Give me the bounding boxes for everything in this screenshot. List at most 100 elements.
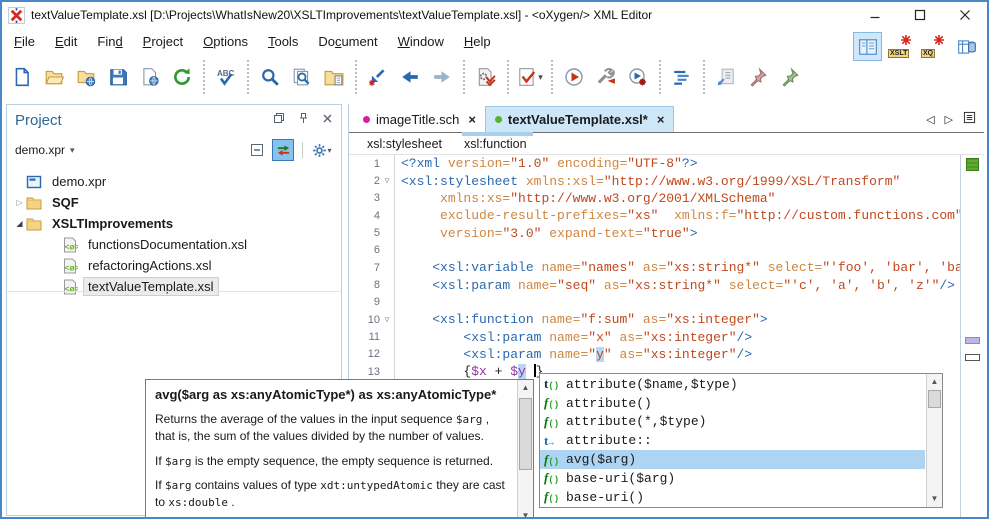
debug-transformation-button[interactable] bbox=[624, 63, 652, 91]
scroll-down-icon[interactable]: ▼ bbox=[518, 509, 533, 517]
code-line[interactable]: 2 ▽ <xsl:stylesheet xmlns:xsl="http://www.… bbox=[349, 172, 960, 189]
open-url-button[interactable] bbox=[72, 63, 100, 91]
code-line[interactable]: 5 version="3.0" expand-text="true"> bbox=[349, 224, 960, 241]
fold-marker-icon[interactable]: ▽ bbox=[380, 315, 394, 325]
link-with-editor-button[interactable] bbox=[272, 139, 294, 161]
settings-gear-button[interactable]: ▾ bbox=[311, 139, 333, 161]
forward-button[interactable] bbox=[428, 63, 456, 91]
code-line[interactable]: 3 xmlns:xs="http://www.w3.org/2001/XMLSc… bbox=[349, 190, 960, 207]
project-selector[interactable]: demo.xpr ▾ bbox=[15, 143, 75, 157]
menu-item-options[interactable]: Options bbox=[193, 30, 258, 53]
overview-ruler[interactable] bbox=[960, 155, 984, 517]
tab-list-icon[interactable] bbox=[963, 111, 976, 127]
menu-item-edit[interactable]: Edit bbox=[45, 30, 87, 53]
xslt-debugger-button[interactable]: XSLT bbox=[886, 32, 915, 61]
code-line[interactable]: 4 exclude-result-prefixes="xs" xmlns:f="… bbox=[349, 207, 960, 224]
spell-check-button[interactable]: ABC bbox=[212, 63, 240, 91]
completion-item-base-uri-arg[interactable]: f() base-uri($arg) bbox=[540, 469, 925, 488]
close-button[interactable] bbox=[942, 2, 987, 28]
completion-item-base-uri[interactable]: f() base-uri() bbox=[540, 488, 925, 507]
tree-item-sqf[interactable]: ▷ SQF bbox=[7, 192, 341, 213]
refactoring-button[interactable] bbox=[712, 63, 740, 91]
find-replace-button[interactable] bbox=[256, 63, 284, 91]
scrollbar-thumb[interactable] bbox=[928, 390, 941, 408]
code-line[interactable]: 9 bbox=[349, 294, 960, 311]
tab-textvaluetemplate-xsl[interactable]: textValueTemplate.xsl* × bbox=[484, 106, 675, 132]
collapse-arrow-icon[interactable]: ◢ bbox=[13, 219, 26, 228]
pin-panel-icon[interactable] bbox=[298, 111, 309, 129]
breadcrumb-item-xsl-stylesheet[interactable]: xsl:stylesheet bbox=[367, 137, 442, 151]
minimize-button[interactable] bbox=[852, 2, 897, 28]
doc-popup-scrollbar[interactable]: ▲ ▼ bbox=[517, 380, 533, 517]
menu-item-tools[interactable]: Tools bbox=[258, 30, 308, 53]
code-line[interactable]: 8 <xsl:param name="seq" as="xs:string*" … bbox=[349, 276, 960, 293]
xquery-debugger-button[interactable]: XQ bbox=[919, 32, 948, 61]
menu-item-project[interactable]: Project bbox=[133, 30, 193, 53]
completion-item-label: attribute() bbox=[566, 395, 652, 411]
pin-xml-button[interactable] bbox=[744, 63, 772, 91]
code-line[interactable]: 6 bbox=[349, 242, 960, 259]
completion-item-attribute-type[interactable]: f() attribute(*,$type) bbox=[540, 413, 925, 432]
code-line[interactable]: 1 <?xml version="1.0" encoding="UTF-8"?> bbox=[349, 155, 960, 172]
database-perspective-button[interactable] bbox=[952, 32, 981, 61]
find-resource-button[interactable] bbox=[320, 63, 348, 91]
scrollbar-thumb[interactable] bbox=[519, 398, 532, 470]
doc-code-span: $arg bbox=[165, 454, 192, 468]
completion-item-attribute[interactable]: f() attribute() bbox=[540, 394, 925, 413]
well-formed-check-button[interactable]: ▾ bbox=[516, 63, 544, 91]
code-token: "http://www.w3.org/2001/XMLSchema" bbox=[510, 190, 776, 206]
tab-imagetitle-sch[interactable]: imageTitle.sch × bbox=[354, 106, 485, 132]
menu-label-post: ptions bbox=[213, 33, 248, 49]
tab-close-icon[interactable]: × bbox=[468, 112, 476, 127]
tree-item-refactoringactions-xsl[interactable]: <ø> refactoringActions.xsl bbox=[7, 255, 341, 276]
pin-xsl-button[interactable] bbox=[776, 63, 804, 91]
editor-layout-button[interactable] bbox=[853, 32, 882, 61]
goto-last-edit-button[interactable] bbox=[364, 63, 392, 91]
float-panel-icon[interactable] bbox=[273, 111, 285, 129]
menu-item-document[interactable]: Document bbox=[308, 30, 387, 53]
save-button[interactable] bbox=[104, 63, 132, 91]
tree-item-textvaluetemplate-xsl[interactable]: <ø>textValueTemplate.xsl bbox=[7, 276, 341, 297]
code-line[interactable]: 11 <xsl:param name="x" as="xs:integer"/> bbox=[349, 328, 960, 345]
find-in-files-button[interactable] bbox=[288, 63, 316, 91]
close-panel-icon[interactable] bbox=[322, 111, 333, 129]
new-button[interactable] bbox=[8, 63, 36, 91]
next-tab-icon[interactable]: ▷ bbox=[945, 113, 953, 126]
code-line[interactable]: 10 ▽ <xsl:function name="f:sum" as="xs:in… bbox=[349, 311, 960, 328]
scroll-up-icon[interactable]: ▲ bbox=[927, 375, 942, 389]
menu-item-file[interactable]: File bbox=[4, 30, 45, 53]
apply-transformation-button[interactable] bbox=[560, 63, 588, 91]
menu-item-find[interactable]: Find bbox=[87, 30, 132, 53]
code-line[interactable]: 12 <xsl:param name="y" as="xs:integer"/> bbox=[349, 346, 960, 363]
scroll-down-icon[interactable]: ▼ bbox=[927, 492, 942, 506]
configure-transformation-button[interactable] bbox=[592, 63, 620, 91]
code-line[interactable]: 7 <xsl:variable name="names" as="xs:stri… bbox=[349, 259, 960, 276]
back-button[interactable] bbox=[396, 63, 424, 91]
autocomplete-scrollbar[interactable]: ▲ ▼ bbox=[926, 374, 942, 507]
menu-item-window[interactable]: Window bbox=[388, 30, 454, 53]
tree-item-functionsdocumentation-xsl[interactable]: <ø> functionsDocumentation.xsl bbox=[7, 234, 341, 255]
fold-marker-icon[interactable]: ▽ bbox=[380, 176, 394, 186]
completion-item-attribute-name-type[interactable]: t() attribute($name,$type) bbox=[540, 375, 925, 394]
maximize-button[interactable] bbox=[897, 2, 942, 28]
breadcrumb-item-xsl-function[interactable]: xsl:function bbox=[462, 131, 533, 151]
menu-item-help[interactable]: Help bbox=[454, 30, 501, 53]
tab-close-icon[interactable]: × bbox=[657, 112, 665, 127]
expand-arrow-icon[interactable]: ▷ bbox=[13, 198, 26, 207]
prev-tab-icon[interactable]: ◁ bbox=[926, 113, 934, 126]
completion-item-avg-arg[interactable]: f() avg($arg) bbox=[540, 450, 925, 469]
validate-button[interactable] bbox=[472, 63, 500, 91]
occurrence-marker[interactable] bbox=[965, 337, 980, 344]
scroll-up-icon[interactable]: ▲ bbox=[518, 381, 533, 395]
tree-item-xsltimprovements[interactable]: ◢ XSLTImprovements bbox=[7, 213, 341, 234]
collapse-all-button[interactable] bbox=[246, 139, 268, 161]
save-url-button[interactable] bbox=[136, 63, 164, 91]
format-indent-button[interactable] bbox=[668, 63, 696, 91]
refresh-button[interactable] bbox=[168, 63, 196, 91]
cursor-marker[interactable] bbox=[965, 354, 980, 361]
completion-item-attribute[interactable]: t → attribute:: bbox=[540, 431, 925, 450]
tree-item-demo-xpr[interactable]: demo.xpr bbox=[7, 171, 341, 192]
open-button[interactable] bbox=[40, 63, 68, 91]
code-token: /> bbox=[939, 277, 955, 293]
